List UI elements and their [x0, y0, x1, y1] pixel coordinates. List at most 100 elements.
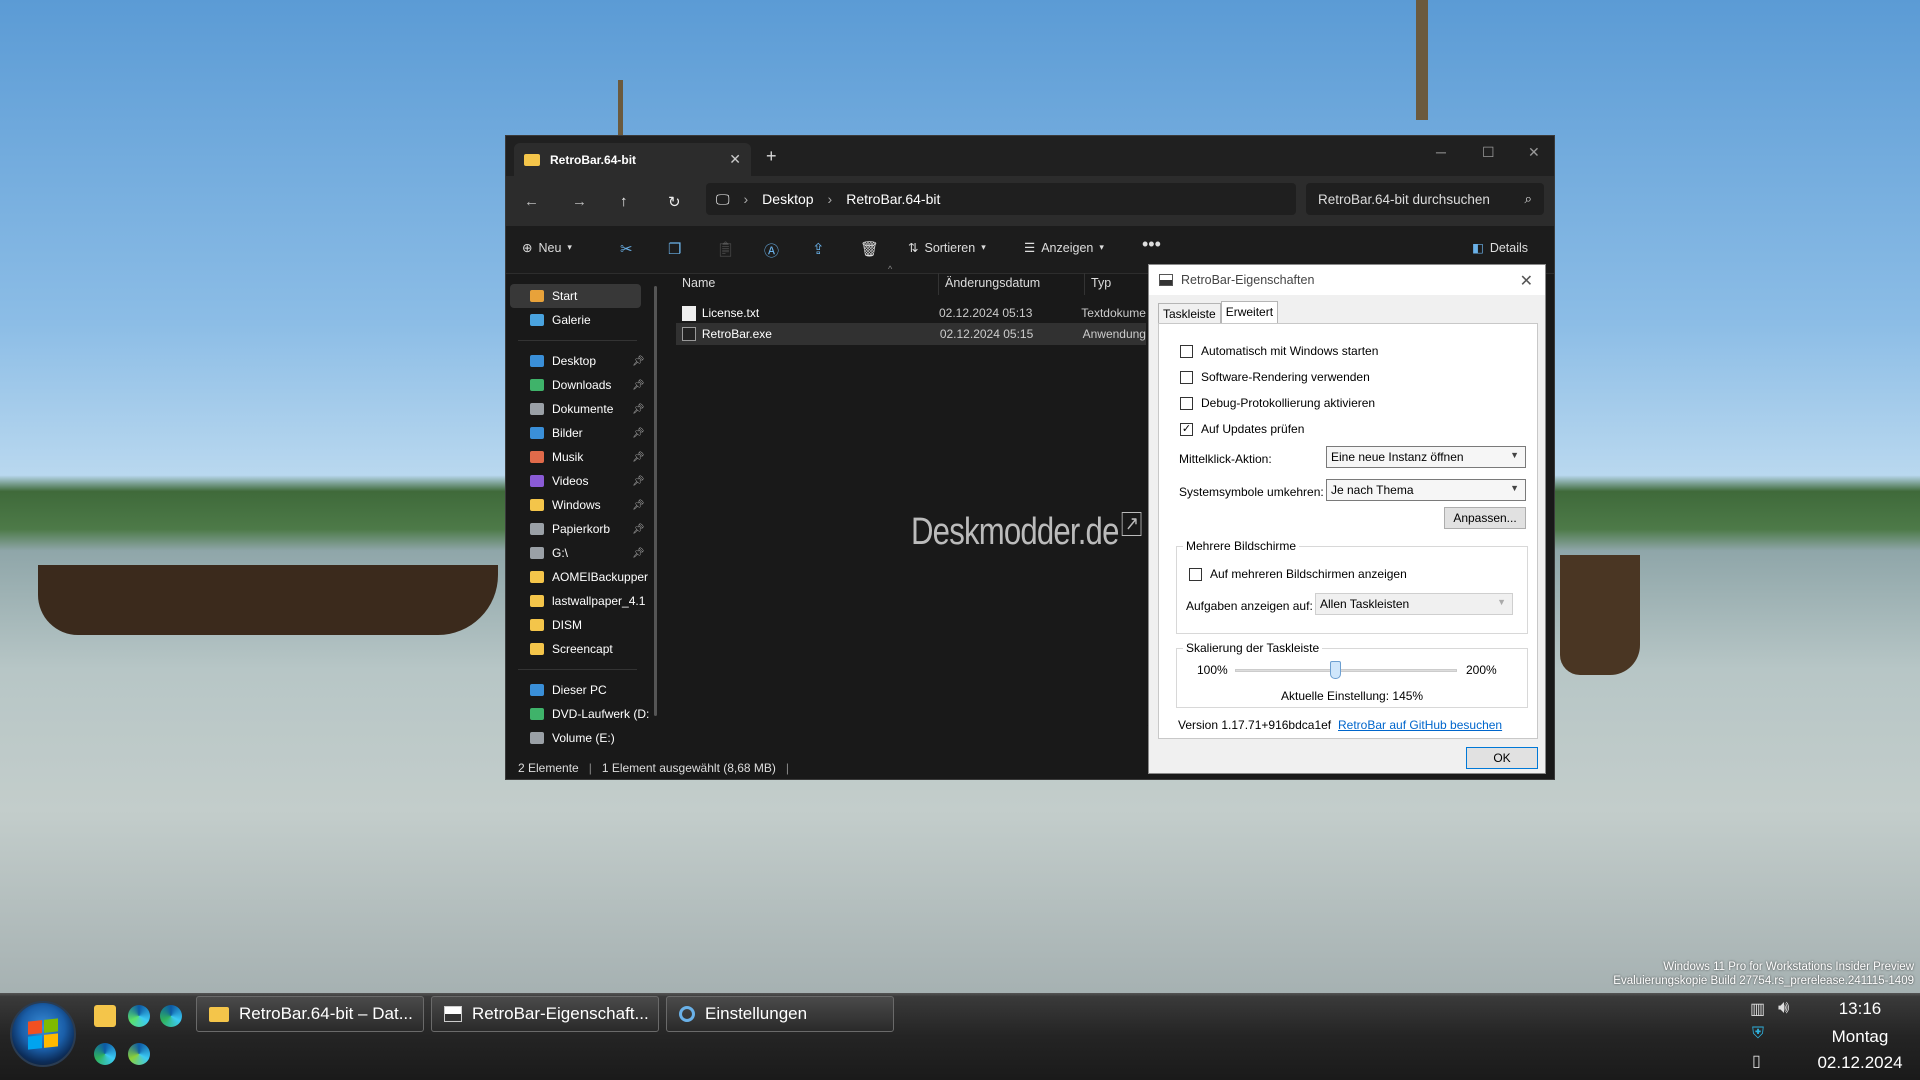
new-tab-icon[interactable]: +: [766, 146, 777, 167]
sidebar-item[interactable]: DVD-Laufwerk (D:: [506, 702, 661, 726]
sidebar-item[interactable]: Volume (E:): [506, 726, 661, 750]
sidebar-item[interactable]: Desktop 📌︎: [506, 349, 661, 373]
customize-button[interactable]: Anpassen...: [1444, 507, 1526, 529]
forward-icon[interactable]: →: [572, 193, 587, 210]
column-header-name[interactable]: Name: [682, 276, 715, 290]
clock-date[interactable]: 02.12.2024: [1812, 1053, 1908, 1073]
checkbox-box[interactable]: [1189, 567, 1202, 581]
show-tasks-select[interactable]: Allen Taskleisten ▼: [1315, 593, 1513, 615]
checkbox-box[interactable]: [1180, 396, 1193, 410]
folder-icon: [530, 643, 544, 655]
close-window-icon[interactable]: ✕: [1528, 144, 1540, 161]
file-type: Textdokume: [1081, 306, 1146, 320]
sidebar-item[interactable]: G:\ 📌︎: [506, 541, 661, 565]
sidebar-item[interactable]: DISM: [506, 613, 661, 637]
sidebar-item[interactable]: Dokumente 📌︎: [506, 397, 661, 421]
breadcrumb-item[interactable]: RetroBar.64-bit: [846, 191, 940, 207]
copy-icon[interactable]: ❐: [668, 240, 681, 258]
sidebar-item[interactable]: Bilder 📌︎: [506, 421, 661, 445]
vmware-tray-icon[interactable]: ▥: [1750, 999, 1765, 1019]
scale-slider-track[interactable]: [1235, 669, 1457, 672]
refresh-icon[interactable]: ↻: [668, 193, 681, 211]
checkbox-box[interactable]: [1180, 344, 1193, 358]
checkbox-box[interactable]: [1180, 370, 1193, 384]
edge-icon[interactable]: [160, 1005, 182, 1027]
security-shield-icon[interactable]: ⛨: [1752, 1025, 1764, 1043]
plus-circle-icon: ⊕: [522, 241, 533, 255]
start-button[interactable]: [10, 1001, 76, 1067]
checkbox-autostart[interactable]: Automatisch mit Windows starten: [1180, 344, 1378, 358]
new-button[interactable]: ⊕ Neu ▾: [522, 240, 572, 256]
view-button[interactable]: ☰ Anzeigen ▾: [1024, 240, 1104, 256]
sidebar-item[interactable]: Galerie: [506, 308, 661, 332]
sidebar-item[interactable]: Downloads 📌︎: [506, 373, 661, 397]
sidebar-item[interactable]: AOMEIBackupper: [506, 565, 661, 589]
taskbar-button-retrobar[interactable]: RetroBar-Eigenschaft...: [431, 996, 659, 1032]
checkbox-software-rendering[interactable]: Software-Rendering verwenden: [1180, 370, 1370, 384]
edge-canary-icon[interactable]: [128, 1005, 150, 1027]
back-icon[interactable]: ←: [524, 193, 539, 210]
checkbox-check-updates[interactable]: ✓ Auf Updates prüfen: [1180, 422, 1304, 436]
sidebar-item[interactable]: Start: [510, 284, 641, 308]
tray-invert-select[interactable]: Je nach Thema ▼: [1326, 479, 1526, 501]
ok-button[interactable]: OK: [1466, 747, 1538, 769]
file-row[interactable]: RetroBar.exe 02.12.2024 05:15 Anwendung: [676, 323, 1146, 345]
checkbox-debug-logging[interactable]: Debug-Protokollierung aktivieren: [1180, 396, 1375, 410]
file-explorer-quicklaunch-icon[interactable]: [94, 1005, 116, 1027]
windows-logo-icon: [28, 1018, 58, 1050]
scale-slider-thumb[interactable]: [1329, 661, 1341, 679]
minimize-icon[interactable]: ─: [1436, 144, 1446, 160]
file-date: 02.12.2024 05:13: [938, 306, 1033, 320]
close-tab-icon[interactable]: ✕: [729, 151, 741, 168]
usb-device-icon[interactable]: ▯: [1752, 1051, 1761, 1071]
tab-erweitert[interactable]: Erweitert: [1220, 301, 1279, 324]
cut-icon[interactable]: ✂: [620, 240, 633, 258]
desktop-icon: [530, 355, 544, 367]
sidebar-item[interactable]: Screencapt: [506, 637, 661, 661]
delete-icon[interactable]: 🗑︎: [860, 240, 879, 258]
checkbox-multi-monitor[interactable]: Auf mehreren Bildschirmen anzeigen: [1189, 567, 1407, 581]
sidebar-item[interactable]: lastwallpaper_4.1: [506, 589, 661, 613]
details-button[interactable]: ◧ Details: [1472, 240, 1528, 256]
taskbar-button-explorer[interactable]: RetroBar.64-bit – Dat...: [196, 996, 424, 1032]
sort-button[interactable]: ⇅ Sortieren ▾: [908, 240, 986, 256]
sidebar-item[interactable]: Windows 📌︎: [506, 493, 661, 517]
paste-icon[interactable]: 📋︎: [716, 240, 735, 258]
address-bar[interactable]: 🖵 › Desktop › RetroBar.64-bit: [706, 183, 1296, 215]
checkbox-label: Software-Rendering verwenden: [1201, 370, 1370, 384]
sidebar-item[interactable]: Dieser PC: [506, 678, 661, 702]
share-icon[interactable]: ⇪: [812, 240, 825, 258]
rename-icon[interactable]: Ⓐ: [764, 240, 779, 261]
taskbar-button-settings[interactable]: Einstellungen: [666, 996, 894, 1032]
edge-dev-icon[interactable]: [128, 1043, 150, 1065]
clock-time[interactable]: 13:16: [1820, 999, 1900, 1019]
column-header-type[interactable]: Typ: [1084, 273, 1111, 295]
explorer-tab[interactable]: RetroBar.64-bit ✕: [514, 143, 751, 176]
file-row[interactable]: License.txt 02.12.2024 05:13 Textdokume: [676, 302, 1146, 324]
status-divider: |: [588, 761, 592, 775]
maximize-icon[interactable]: ☐: [1482, 144, 1495, 161]
sidebar-item[interactable]: Videos 📌︎: [506, 469, 661, 493]
nav-scrollbar[interactable]: [654, 286, 657, 716]
search-input[interactable]: RetroBar.64-bit durchsuchen: [1318, 192, 1490, 207]
edge-beta-icon[interactable]: [94, 1043, 116, 1065]
breadcrumb-item[interactable]: Desktop: [762, 191, 813, 207]
close-icon[interactable]: ✕: [1520, 271, 1533, 291]
checkbox-label: Auf mehreren Bildschirmen anzeigen: [1210, 567, 1407, 581]
search-box[interactable]: RetroBar.64-bit durchsuchen ⌕: [1306, 183, 1544, 215]
checkmark-icon[interactable]: ✓: [1180, 422, 1193, 436]
volume-icon[interactable]: 🔊︎: [1778, 997, 1789, 1018]
build-line: Windows 11 Pro for Workstations Insider …: [1663, 961, 1914, 973]
sidebar-item[interactable]: Papierkorb 📌︎: [506, 517, 661, 541]
up-icon[interactable]: ↑: [620, 193, 628, 210]
sidebar-item-label: Dokumente: [552, 402, 614, 416]
more-options-icon[interactable]: •••: [1142, 234, 1161, 255]
github-link[interactable]: RetroBar auf GitHub besuchen: [1338, 718, 1502, 732]
sidebar-item-label: Videos: [552, 474, 589, 488]
sidebar-item[interactable]: Musik 📌︎: [506, 445, 661, 469]
scale-min-label: 100%: [1197, 663, 1228, 677]
sidebar-item-label: Dieser PC: [552, 683, 607, 697]
column-header-date[interactable]: Änderungsdatum: [938, 273, 1040, 295]
middle-click-select[interactable]: Eine neue Instanz öffnen ▼: [1326, 446, 1526, 468]
clock-day[interactable]: Montag: [1820, 1027, 1900, 1047]
